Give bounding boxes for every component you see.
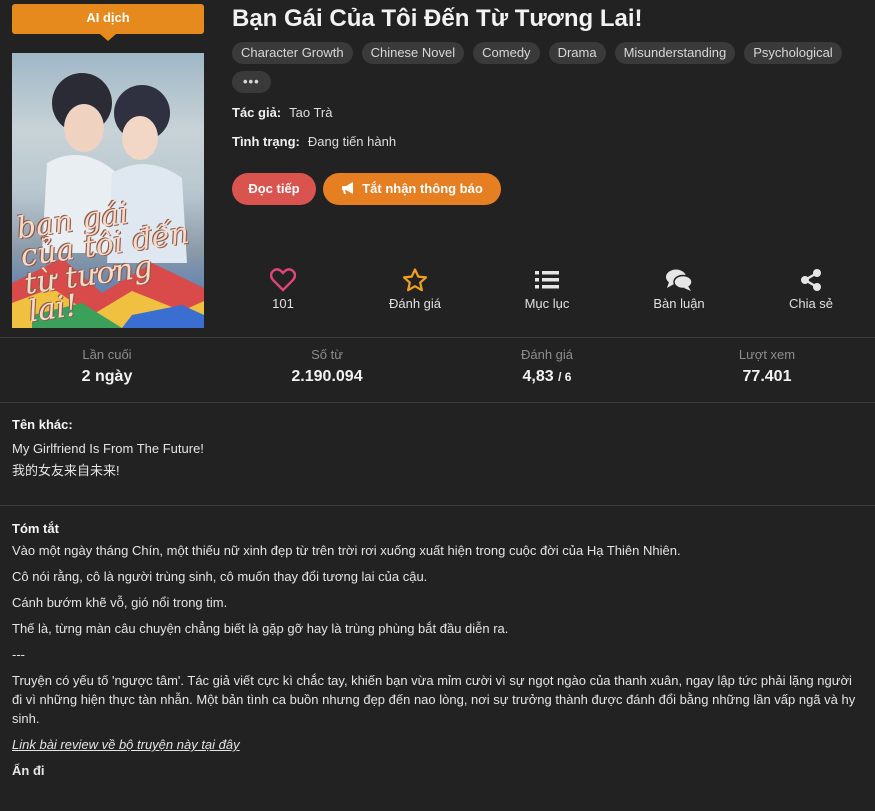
list-icon <box>535 271 559 289</box>
like-count: 101 <box>272 296 294 311</box>
stat-rating-value: 4,83 <box>522 368 554 385</box>
review-link[interactable]: Link bài review về bộ truyện này tại đây <box>12 735 862 754</box>
comment-label: Bàn luận <box>653 296 705 311</box>
hide-summary-toggle[interactable]: Ẩn đi <box>12 761 862 780</box>
summary-separator: --- <box>12 647 25 662</box>
author-row: Tác giả: Tao Trà <box>232 105 332 120</box>
divider-mid <box>0 402 875 403</box>
comments-icon <box>666 269 693 291</box>
status-label: Tình trạng: <box>232 134 300 149</box>
summary-section: Tóm tắt Vào một ngày tháng Chín, một thi… <box>12 519 862 780</box>
status-value: Đang tiến hành <box>307 134 397 149</box>
tag-psychological[interactable]: Psychological <box>744 42 842 64</box>
tag-misunderstanding[interactable]: Misunderstanding <box>614 42 736 64</box>
summary-paragraph: Cánh bướm khẽ vỗ, gió nổi trong tim. <box>12 595 228 610</box>
stat-views-label: Lượt xem <box>738 347 796 362</box>
toc-action[interactable]: Mục lục <box>487 268 607 311</box>
divider-top <box>0 337 875 338</box>
stat-word-count: Số từ 2.190.094 <box>237 347 417 386</box>
cover-image[interactable]: bạn gái của tôi đến từ tương lai! <box>12 53 204 328</box>
toc-label: Mục lục <box>524 296 570 311</box>
author-name[interactable]: Tao Trà <box>289 105 332 120</box>
other-name-item: My Girlfriend Is From The Future! <box>12 441 204 456</box>
action-bar: 101 Đánh giá Mục lục Bàn luận Chia sẻ <box>218 268 874 318</box>
stat-views-value: 77.401 <box>742 368 792 385</box>
stat-words-label: Số từ <box>311 347 343 362</box>
share-action[interactable]: Chia sẻ <box>751 268 871 311</box>
divider-summary <box>0 505 875 506</box>
stat-rating: Đánh giá 4,83 / 6 <box>457 347 637 386</box>
stat-rating-value-wrap: 4,83 / 6 <box>457 368 637 386</box>
other-names-section: Tên khác: My Girlfriend Is From The Futu… <box>12 414 862 482</box>
author-label: Tác giả: <box>232 105 282 120</box>
megaphone-icon <box>342 182 354 194</box>
heart-icon <box>270 268 296 292</box>
stat-last-update: Lần cuối 2 ngày <box>17 347 197 386</box>
summary-paragraph: Vào một ngày tháng Chín, một thiếu nữ xi… <box>12 543 681 558</box>
ai-translated-badge: AI dịch <box>12 4 204 41</box>
stat-last-value: 2 ngày <box>81 368 133 385</box>
more-tags-button[interactable]: ••• <box>232 71 271 93</box>
stat-words-value: 2.190.094 <box>291 368 363 385</box>
genre-tags: Character Growth Chinese Novel Comedy Drama… <box>232 42 852 100</box>
other-name-item: 我的女友来自未来! <box>12 463 120 478</box>
rate-action[interactable]: Đánh giá <box>355 268 475 311</box>
stat-last-label: Lần cuối <box>82 347 132 362</box>
like-action[interactable]: 101 <box>223 268 343 311</box>
summary-paragraph: Cô nói rằng, cô là người trùng sinh, cô … <box>12 569 428 584</box>
stat-rating-max: / 6 <box>558 370 572 384</box>
tag-character-growth[interactable]: Character Growth <box>232 42 353 64</box>
continue-reading-button[interactable]: Đọc tiếp <box>232 173 316 205</box>
toggle-notification-button[interactable]: Tắt nhận thông báo <box>323 173 501 205</box>
stat-rating-label: Đánh giá <box>520 347 574 362</box>
summary-heading: Tóm tắt <box>12 521 59 536</box>
summary-paragraph: Thế là, từng màn câu chuyện chẳng biết l… <box>12 621 509 636</box>
share-icon <box>801 269 821 291</box>
notification-button-label: Tắt nhận thông báo <box>362 181 483 196</box>
stat-views: Lượt xem 77.401 <box>677 347 857 386</box>
novel-title: Bạn Gái Của Tôi Đến Từ Tương Lai! <box>232 5 643 32</box>
tag-comedy[interactable]: Comedy <box>473 42 540 64</box>
rate-label: Đánh giá <box>388 296 442 311</box>
other-names-heading: Tên khác: <box>12 417 73 432</box>
summary-paragraph: Truyện có yếu tố 'ngược tâm'. Tác giả vi… <box>12 673 856 726</box>
star-icon <box>402 268 428 292</box>
comment-action[interactable]: Bàn luận <box>619 268 739 311</box>
share-label: Chia sẻ <box>788 296 834 311</box>
tag-chinese-novel[interactable]: Chinese Novel <box>361 42 465 64</box>
status-row: Tình trạng: Đang tiến hành <box>232 134 396 149</box>
tag-drama[interactable]: Drama <box>548 42 606 64</box>
